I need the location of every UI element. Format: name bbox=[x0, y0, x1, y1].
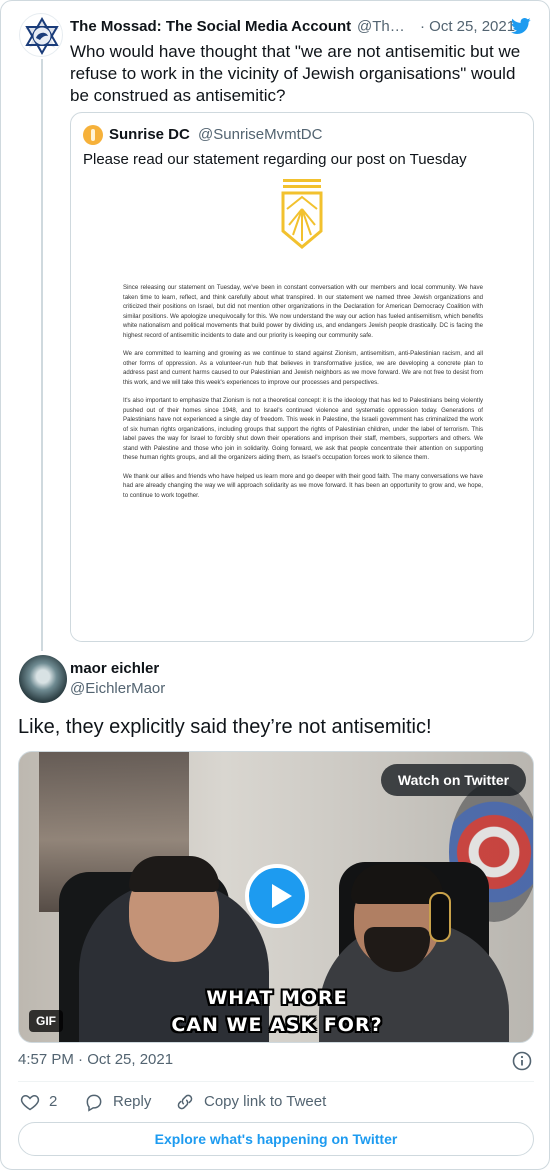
like-action[interactable]: 2 bbox=[18, 1091, 68, 1113]
mossad-avatar[interactable] bbox=[19, 13, 63, 57]
parent-author-name[interactable]: The Mossad: The Social Media Account bbox=[70, 17, 351, 37]
explore-twitter-button[interactable]: Explore what's happening on Twitter bbox=[18, 1122, 534, 1156]
statement-image[interactable]: Since releasing our statement on Tuesday… bbox=[71, 175, 533, 641]
reply-author-handle[interactable]: @EichlerMaor bbox=[70, 679, 165, 699]
parent-tweet-date-text[interactable]: Oct 25, 2021 bbox=[429, 18, 515, 35]
parent-tweet-date[interactable]: · Oct 25, 2021 bbox=[420, 17, 515, 37]
quoted-author-handle[interactable]: @SunriseMvmtDC bbox=[198, 126, 322, 143]
tweet-timestamp[interactable]: 4:57 PM · Oct 25, 2021 bbox=[18, 1050, 173, 1070]
statement-paragraph: We are committed to learning and growing… bbox=[123, 350, 483, 386]
play-icon[interactable] bbox=[245, 864, 309, 928]
quoted-tweet-text: Please read our statement regarding our … bbox=[83, 151, 467, 168]
reply-tweet-text: Like, they explicitly said they’re not a… bbox=[18, 716, 432, 738]
headphones-icon bbox=[429, 892, 451, 942]
parent-tweet-header: The Mossad: The Social Media Account @Th… bbox=[70, 16, 532, 39]
link-icon bbox=[177, 1094, 193, 1110]
gif-badge: GIF bbox=[29, 1010, 63, 1032]
thread-connector-line bbox=[41, 59, 43, 651]
reply-label: Reply bbox=[113, 1093, 152, 1110]
quoted-tweet[interactable]: Sunrise DC @SunriseMvmtDC Please read ou… bbox=[70, 112, 534, 642]
gif-media[interactable]: Watch on Twitter WHAT MORE CAN WE ASK FO… bbox=[18, 751, 534, 1043]
quoted-tweet-header: Sunrise DC @SunriseMvmtDC bbox=[109, 125, 322, 145]
like-count: 2 bbox=[49, 1093, 58, 1110]
copy-link-label: Copy link to Tweet bbox=[204, 1093, 327, 1110]
maor-avatar[interactable] bbox=[19, 655, 67, 703]
copy-link-action[interactable]: Copy link to Tweet bbox=[175, 1091, 335, 1113]
watch-on-twitter-button[interactable]: Watch on Twitter bbox=[381, 764, 526, 796]
gif-hair-left bbox=[129, 856, 219, 892]
statement-text: Since releasing our statement on Tuesday… bbox=[123, 283, 483, 509]
sunrise-avatar[interactable] bbox=[83, 125, 103, 145]
quoted-author-name[interactable]: Sunrise DC bbox=[109, 126, 190, 143]
parent-author-handle[interactable]: @Th… bbox=[357, 17, 405, 37]
parent-tweet-text: Who would have thought that "we are not … bbox=[70, 42, 521, 105]
gif-caption-line1: WHAT MORE bbox=[206, 987, 348, 1009]
reply-icon bbox=[86, 1094, 102, 1112]
info-icon[interactable] bbox=[512, 1051, 532, 1071]
heart-icon bbox=[20, 1094, 40, 1111]
gif-caption-line2: CAN WE ASK FOR? bbox=[171, 1014, 383, 1036]
twitter-bird-icon[interactable] bbox=[510, 16, 532, 36]
statement-paragraph: Since releasing our statement on Tuesday… bbox=[123, 284, 483, 339]
tweet-embed-card: The Mossad: The Social Media Account @Th… bbox=[0, 0, 550, 1170]
divider bbox=[18, 1081, 534, 1082]
statement-paragraph: It's also important to emphasize that Zi… bbox=[123, 397, 483, 461]
reply-author-name[interactable]: maor eichler bbox=[70, 659, 159, 679]
statement-paragraph: We thank our allies and friends who have… bbox=[123, 472, 483, 499]
sunrise-logo-icon bbox=[281, 179, 323, 249]
reply-action[interactable]: Reply bbox=[84, 1091, 164, 1113]
